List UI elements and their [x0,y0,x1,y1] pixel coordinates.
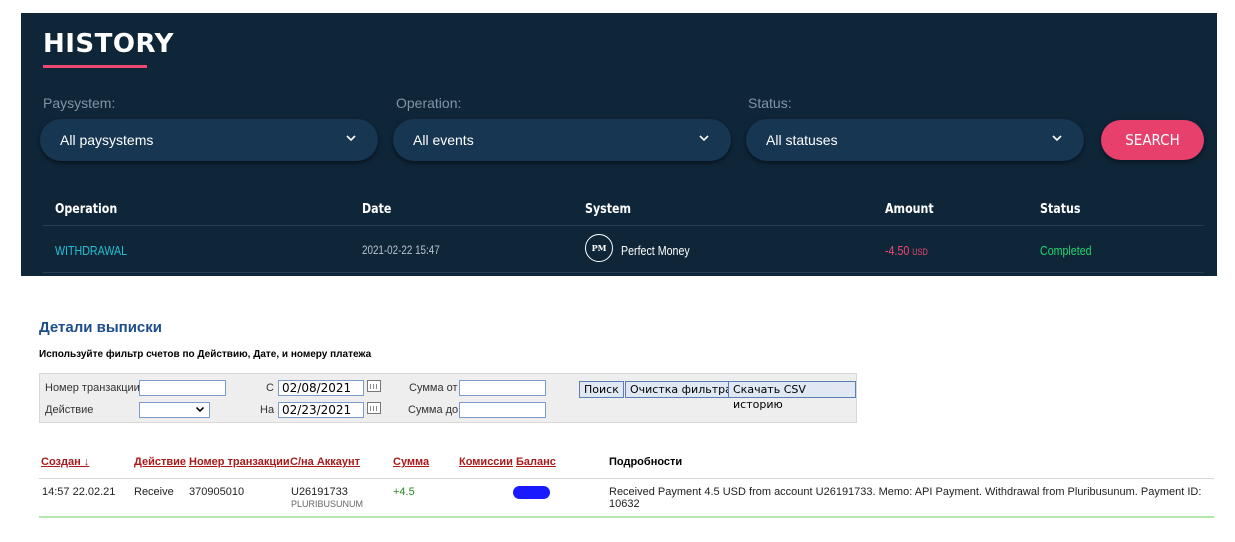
col-operation[interactable]: Operation [55,202,117,217]
cell-account-name: PLURIBUSUNUM [291,499,364,509]
row-date: 2021-02-22 15:47 [362,243,440,257]
cell-action: Receive [134,486,174,498]
cell-created: 14:57 22.02.21 [42,486,116,498]
cell-account-id: U26191733 [291,486,348,498]
txn-input[interactable] [139,380,226,396]
sum-from-label: Сумма от [409,382,458,394]
cell-details: Received Payment 4.5 USD from account U2… [609,486,1202,510]
amount-value: -4.50 [885,243,910,258]
col-amount[interactable]: Amount [885,202,934,217]
title-underline [43,65,147,68]
search-button[interactable]: SEARCH [1101,120,1204,160]
col-balance[interactable]: Баланс [516,456,556,468]
filter-search-button[interactable]: Поиск [579,381,624,398]
table-header-divider [39,478,1214,479]
chevron-down-icon [346,135,356,141]
clear-filter-button[interactable]: Очистка фильтра [625,381,737,398]
paysystem-select-value: All paysystems [60,132,154,148]
col-fees[interactable]: Комиссии [459,456,513,468]
redacted-balance [513,486,550,499]
action-label: Действие [45,404,94,416]
cell-account: U26191733 PLURIBUSUNUM [291,486,363,509]
filter-panel: Номер транзакции Действие С 02/08/2021 Н… [39,373,857,423]
col-details: Подробности [609,456,683,468]
paysystem-label: Paysystem: [43,95,116,111]
status-select[interactable]: All statuses [746,119,1084,161]
col-date[interactable]: Date [362,202,391,217]
download-csv-button[interactable]: Скачать CSV историю [728,381,856,411]
col-system[interactable]: System [585,202,631,217]
txn-label: Номер транзакции [45,382,140,394]
row-status: Completed [1040,243,1092,258]
header-divider [43,225,1204,226]
paysystem-select[interactable]: All paysystems [40,119,378,161]
row-amount: -4.50 USD [885,243,928,258]
perfect-money-icon: PM [585,234,613,262]
date-to-label: На [260,404,275,416]
date-to-input[interactable]: 02/23/2021 [278,402,364,418]
chevron-down-icon [699,135,709,141]
sum-to-label: Сумма до [408,404,459,416]
status-select-value: All statuses [766,132,838,148]
sum-from-input[interactable] [459,380,546,396]
col-action[interactable]: Действие [134,456,186,468]
action-select[interactable] [139,402,210,418]
cell-txn: 370905010 [189,486,245,498]
operation-label: Operation: [396,95,462,111]
col-status[interactable]: Status [1040,202,1080,217]
col-account[interactable]: С/на Аккаунт [290,456,360,468]
chevron-down-icon [1052,135,1062,141]
col-amount[interactable]: Сумма [393,456,429,468]
row-operation[interactable]: WITHDRAWAL [55,243,127,258]
date-from-label: С [266,382,274,394]
sum-to-input[interactable] [459,402,546,418]
amount-currency: USD [912,247,928,257]
status-label: Status: [748,95,792,111]
calendar-icon[interactable] [367,402,381,414]
operation-select[interactable]: All events [393,119,731,161]
cell-amount: +4.5 [393,486,415,498]
col-txn[interactable]: Номер транзакции [189,456,290,468]
statement-title: Детали выписки [39,319,163,336]
operation-select-value: All events [413,132,474,148]
page-title: HISTORY [43,29,174,59]
row-divider [43,272,1204,273]
date-from-input[interactable]: 02/08/2021 [278,380,364,396]
calendar-icon[interactable] [367,380,381,392]
statement-subtitle: Используйте фильтр счетов по Действию, Д… [39,349,372,360]
row-separator [39,516,1214,518]
history-panel: HISTORY Paysystem: Operation: Status: Al… [21,13,1217,276]
chevron-down-icon [196,407,204,412]
row-system: Perfect Money [621,243,690,258]
col-created[interactable]: Создан ↓ [41,456,89,468]
